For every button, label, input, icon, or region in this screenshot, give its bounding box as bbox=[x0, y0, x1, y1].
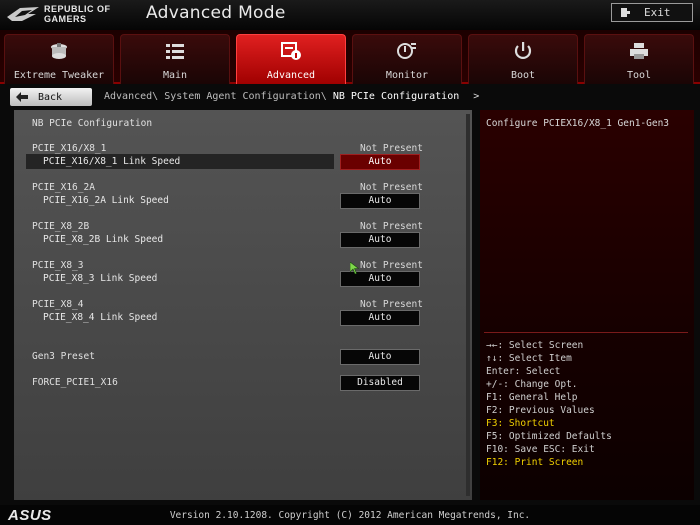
rog-logo: REPUBLIC OF GAMERS bbox=[6, 3, 126, 27]
slot-status: Not Present bbox=[360, 182, 423, 193]
printer-icon bbox=[630, 43, 648, 59]
gauge-icon bbox=[397, 43, 416, 59]
scrollbar[interactable] bbox=[466, 114, 470, 496]
rog-eye-icon bbox=[7, 7, 39, 21]
breadcrumb-item-advanced[interactable]: Advanced\ bbox=[104, 91, 158, 102]
help-line: ↑↓: Select Item bbox=[486, 353, 572, 364]
slot-status: Not Present bbox=[360, 299, 423, 310]
link-speed-label[interactable]: PCIE_X8_2B Link Speed bbox=[43, 234, 163, 245]
exit-button[interactable]: Exit bbox=[611, 3, 693, 22]
chip-info-icon bbox=[281, 42, 301, 60]
slot-status: Not Present bbox=[360, 143, 423, 154]
back-label: Back bbox=[38, 91, 63, 103]
slot-name: PCIE_X8_2B bbox=[32, 221, 90, 232]
help-line: F2: Previous Values bbox=[486, 405, 595, 416]
tab-label: Monitor bbox=[385, 70, 429, 81]
help-divider bbox=[484, 332, 688, 333]
help-line: F10: Save ESC: Exit bbox=[486, 444, 595, 455]
key-help-list: →←: Select Screen ↑↓: Select Item Enter:… bbox=[486, 339, 612, 469]
slot-status: Not Present bbox=[360, 221, 423, 232]
back-arrow-icon bbox=[16, 92, 28, 102]
link-speed-value[interactable]: Auto bbox=[340, 154, 420, 170]
link-speed-label[interactable]: PCIE_X16/X8_1 Link Speed bbox=[43, 156, 180, 167]
tab-tool[interactable]: Tool bbox=[584, 34, 694, 84]
breadcrumb: Advanced\ System Agent Configuration\ NB… bbox=[104, 91, 479, 102]
mouse-cursor-icon bbox=[350, 262, 359, 274]
breadcrumb-item-current: NB PCIe Configuration bbox=[332, 91, 460, 102]
section-title: NB PCIe Configuration bbox=[32, 118, 153, 129]
breadcrumb-bar: Back Advanced\ System Agent Configuratio… bbox=[0, 86, 700, 108]
back-button[interactable]: Back bbox=[10, 88, 92, 106]
link-speed-value[interactable]: Auto bbox=[340, 193, 420, 209]
window-title: Advanced Mode bbox=[146, 3, 286, 23]
help-line: +/-: Change Opt. bbox=[486, 379, 578, 390]
exit-label: Exit bbox=[644, 6, 671, 19]
slot-name: PCIE_X8_4 bbox=[32, 299, 84, 310]
slot-name: PCIE_X8_3 bbox=[32, 260, 84, 271]
tab-label: Boot bbox=[510, 70, 536, 81]
force-pcie-value[interactable]: Disabled bbox=[340, 375, 420, 391]
link-speed-value[interactable]: Auto bbox=[340, 310, 420, 326]
brand-line-1: REPUBLIC OF bbox=[44, 4, 111, 14]
top-bar: REPUBLIC OF GAMERS Advanced Mode Exit bbox=[0, 0, 700, 30]
link-speed-value[interactable]: Auto bbox=[340, 232, 420, 248]
breadcrumb-arrow-icon: > bbox=[473, 91, 480, 102]
help-line: F5: Optimized Defaults bbox=[486, 431, 612, 442]
help-line: Enter: Select bbox=[486, 366, 561, 377]
breadcrumb-item-system-agent[interactable]: System Agent Configuration\ bbox=[164, 91, 327, 102]
tab-label: Main bbox=[162, 70, 188, 81]
tab-extreme-tweaker[interactable]: Extreme Tweaker bbox=[4, 34, 114, 84]
fan-icon bbox=[51, 43, 67, 59]
help-line-shortcut[interactable]: F3: Shortcut bbox=[486, 417, 612, 430]
slot-status: Not Present bbox=[360, 260, 423, 271]
exit-door-icon bbox=[621, 8, 630, 17]
help-line: F1: General Help bbox=[486, 392, 578, 403]
tab-label: Advanced bbox=[266, 70, 316, 81]
gen3-preset-label[interactable]: Gen3 Preset bbox=[32, 351, 95, 362]
help-line: →←: Select Screen bbox=[486, 340, 584, 351]
slot-name: PCIE_X16/X8_1 bbox=[32, 143, 107, 154]
link-speed-label[interactable]: PCIE_X16_2A Link Speed bbox=[43, 195, 169, 206]
link-speed-label[interactable]: PCIE_X8_3 Link Speed bbox=[43, 273, 157, 284]
tab-advanced[interactable]: Advanced bbox=[236, 34, 346, 84]
brand-line-2: GAMERS bbox=[44, 14, 87, 24]
item-description: Configure PCIEX16/X8_1 Gen1-Gen3 bbox=[486, 118, 670, 129]
force-pcie-label[interactable]: FORCE_PCIE1_X16 bbox=[32, 377, 118, 388]
link-speed-label[interactable]: PCIE_X8_4 Link Speed bbox=[43, 312, 157, 323]
tab-boot[interactable]: Boot bbox=[468, 34, 578, 84]
tab-monitor[interactable]: Monitor bbox=[352, 34, 462, 84]
tab-main[interactable]: Main bbox=[120, 34, 230, 84]
tab-label: Extreme Tweaker bbox=[13, 70, 105, 81]
settings-panel: NB PCIe Configuration PCIE_X16/X8_1 Not … bbox=[14, 110, 472, 500]
tab-label: Tool bbox=[626, 70, 652, 81]
version-text: Version 2.10.1208. Copyright (C) 2012 Am… bbox=[169, 510, 531, 521]
list-icon bbox=[166, 44, 184, 59]
footer: ASUS Version 2.10.1208. Copyright (C) 20… bbox=[0, 505, 700, 525]
slot-name: PCIE_X16_2A bbox=[32, 182, 95, 193]
help-line-print-screen[interactable]: F12: Print Screen bbox=[486, 456, 612, 469]
power-icon bbox=[514, 42, 532, 59]
main-tabs: Extreme Tweaker Main Advanced Monitor Bo… bbox=[0, 30, 700, 84]
gen3-preset-value[interactable]: Auto bbox=[340, 349, 420, 365]
help-panel: Configure PCIEX16/X8_1 Gen1-Gen3 →←: Sel… bbox=[480, 110, 694, 500]
